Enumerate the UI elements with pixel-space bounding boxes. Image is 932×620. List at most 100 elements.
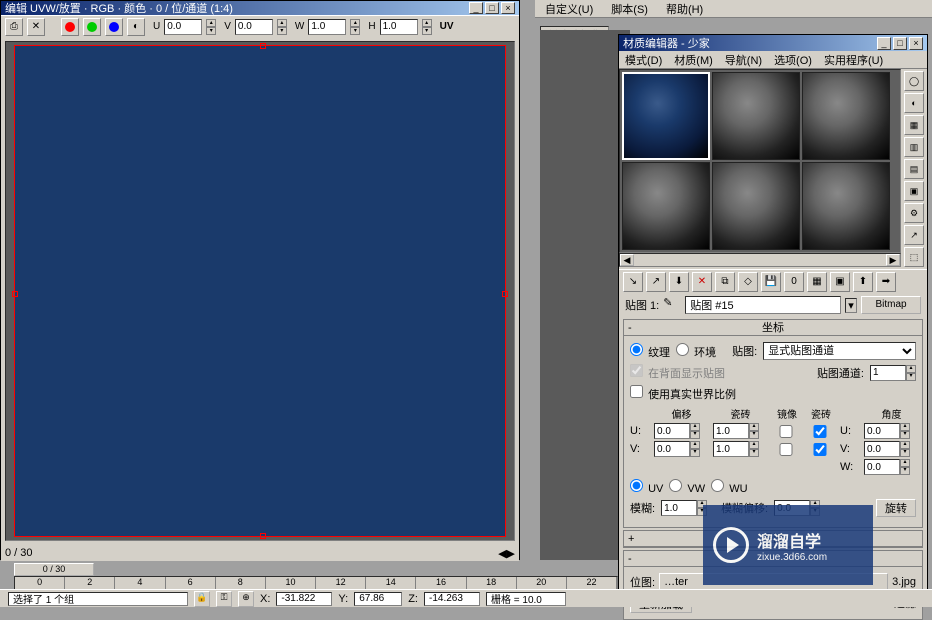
map-channel-select[interactable]: 显式贴图通道 — [763, 342, 916, 360]
go-parent-icon[interactable]: ⬆ — [853, 272, 873, 292]
put-to-lib-icon[interactable]: 💾 — [761, 272, 781, 292]
offset-v-input[interactable]: ▴▾ — [654, 441, 709, 457]
uvw-titlebar[interactable]: 编辑 UVW/放置 · RGB · 颜色 · 0 / 位/通道 (1:4) _ … — [1, 1, 519, 15]
make-copy-icon[interactable]: ⧉ — [715, 272, 735, 292]
rotate-button[interactable]: 旋转 — [876, 499, 916, 517]
maximize-icon[interactable]: □ — [485, 2, 499, 14]
tile-u-input[interactable]: ▴▾ — [713, 423, 768, 439]
tile-u-checkbox[interactable] — [806, 425, 834, 438]
scroll-right-icon[interactable]: ▶ — [886, 254, 900, 266]
go-sibling-icon[interactable]: ➡ — [876, 272, 896, 292]
menu-custom[interactable]: 自定义(U) — [545, 1, 593, 17]
mirror-v-checkbox[interactable] — [772, 443, 800, 456]
material-slot-1[interactable] — [622, 72, 710, 160]
handle-right[interactable] — [502, 291, 508, 297]
handle-top[interactable] — [260, 43, 266, 49]
minimize-icon[interactable]: _ — [469, 2, 483, 14]
menu-nav[interactable]: 导航(N) — [725, 52, 762, 68]
print-icon[interactable]: ⎙ — [5, 18, 23, 36]
assign-to-sel-icon[interactable]: ⬇ — [669, 272, 689, 292]
map-channel-num-input[interactable]: ▴▾ — [870, 365, 916, 381]
menu-script[interactable]: 脚本(S) — [611, 1, 648, 17]
menu-mode[interactable]: 模式(D) — [625, 52, 662, 68]
material-map-nav-icon[interactable]: ⬚ — [904, 247, 924, 267]
menu-options[interactable]: 选项(O) — [774, 52, 812, 68]
w-input[interactable] — [308, 19, 346, 35]
scroll-left-icon[interactable]: ◀ — [498, 547, 506, 560]
close-icon[interactable]: × — [501, 2, 515, 14]
tile-v-checkbox[interactable] — [806, 443, 834, 456]
tile-v-input[interactable]: ▴▾ — [713, 441, 768, 457]
sample-uv-icon[interactable]: ▥ — [904, 137, 924, 157]
material-slot-4[interactable] — [622, 162, 710, 250]
w-spinner[interactable]: ▴▾ — [350, 19, 360, 35]
texture-radio[interactable]: 纹理 — [630, 343, 670, 360]
mat-close-icon[interactable]: × — [909, 37, 923, 50]
show-end-result-icon[interactable]: ▣ — [830, 272, 850, 292]
wu-radio[interactable]: WU — [711, 479, 747, 495]
offset-u-input[interactable]: ▴▾ — [654, 423, 709, 439]
sample-type-icon[interactable]: ◯ — [904, 71, 924, 91]
uv-radio[interactable]: UV — [630, 479, 663, 495]
keymode-icon[interactable]: ⚿ — [216, 591, 232, 607]
environment-radio[interactable]: 环境 — [676, 343, 716, 360]
rollout-coordinates-header[interactable]: -坐标 — [624, 320, 922, 336]
options-icon[interactable]: ⚙ — [904, 203, 924, 223]
material-slot-3[interactable] — [802, 72, 890, 160]
pick-map-icon[interactable]: ✎ — [663, 296, 681, 314]
z-value[interactable]: -14.263 — [424, 592, 480, 606]
make-unique-icon[interactable]: ◇ — [738, 272, 758, 292]
angle-v-input[interactable]: ▴▾ — [864, 441, 919, 457]
menu-util[interactable]: 实用程序(U) — [824, 52, 883, 68]
material-titlebar[interactable]: 材质编辑器 - 少家 _ □ × — [619, 35, 927, 51]
show-in-vp-icon[interactable]: ▦ — [807, 272, 827, 292]
cancel-icon[interactable]: ✕ — [27, 18, 45, 36]
material-slot-5[interactable] — [712, 162, 800, 250]
time-slider[interactable]: 0 / 30 — [14, 563, 94, 576]
mat-id-icon[interactable]: 0 — [784, 272, 804, 292]
h-spinner[interactable]: ▴▾ — [422, 19, 432, 35]
video-check-icon[interactable]: ▤ — [904, 159, 924, 179]
map-dropdown-icon[interactable]: ▾ — [845, 298, 857, 313]
show-backface-checkbox[interactable]: 在背面显示贴图 — [630, 364, 725, 381]
material-slot-hscroll[interactable]: ◀ ▶ — [619, 253, 901, 267]
material-slot-6[interactable] — [802, 162, 890, 250]
u-input[interactable] — [164, 19, 202, 35]
timeline[interactable]: 0 2 4 6 8 10 12 14 16 18 20 22 — [14, 576, 618, 590]
y-value[interactable]: 67.86 — [354, 592, 402, 606]
green-channel-button[interactable] — [83, 18, 101, 36]
lock-icon[interactable]: 🔒 — [194, 591, 210, 607]
alpha-channel-button[interactable]: ◐ — [127, 18, 145, 36]
blur-input[interactable]: ▴▾ — [661, 500, 707, 516]
uvw-canvas[interactable] — [14, 45, 506, 537]
v-input[interactable] — [235, 19, 273, 35]
material-type-button[interactable]: Bitmap — [861, 296, 921, 314]
coord-abs-icon[interactable]: ⊕ — [238, 591, 254, 607]
mirror-u-checkbox[interactable] — [772, 425, 800, 438]
background-icon[interactable]: ▦ — [904, 115, 924, 135]
scroll-right-icon[interactable]: ▶ — [507, 547, 515, 560]
mat-minimize-icon[interactable]: _ — [877, 37, 891, 50]
material-name-input[interactable] — [685, 296, 841, 314]
h-input[interactable] — [380, 19, 418, 35]
red-channel-button[interactable] — [61, 18, 79, 36]
handle-bottom[interactable] — [260, 533, 266, 539]
scroll-left-icon[interactable]: ◀ — [620, 254, 634, 266]
menu-help[interactable]: 帮助(H) — [666, 1, 703, 17]
select-by-mat-icon[interactable]: ↗ — [904, 225, 924, 245]
vw-radio[interactable]: VW — [669, 479, 705, 495]
material-slot-2[interactable] — [712, 72, 800, 160]
use-real-world-checkbox[interactable]: 使用真实世界比例 — [630, 385, 736, 402]
v-spinner[interactable]: ▴▾ — [277, 19, 287, 35]
menu-material[interactable]: 材质(M) — [674, 52, 713, 68]
reset-map-icon[interactable]: ✕ — [692, 272, 712, 292]
mat-maximize-icon[interactable]: □ — [893, 37, 907, 50]
get-material-icon[interactable]: ↘ — [623, 272, 643, 292]
angle-w-input[interactable]: ▴▾ — [864, 459, 919, 475]
angle-u-input[interactable]: ▴▾ — [864, 423, 919, 439]
u-spinner[interactable]: ▴▾ — [206, 19, 216, 35]
preview-icon[interactable]: ▣ — [904, 181, 924, 201]
handle-left[interactable] — [12, 291, 18, 297]
blue-channel-button[interactable] — [105, 18, 123, 36]
x-value[interactable]: -31.822 — [276, 592, 332, 606]
